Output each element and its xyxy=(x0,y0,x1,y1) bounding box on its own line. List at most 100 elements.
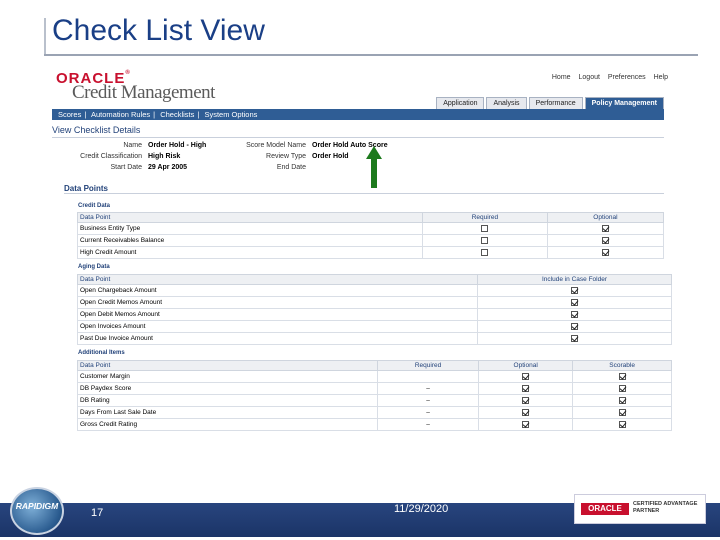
optional-checkbox[interactable] xyxy=(522,372,530,380)
include-checkbox[interactable] xyxy=(571,322,578,330)
col-optional: Optional xyxy=(546,212,665,223)
include-checkbox[interactable] xyxy=(571,286,578,294)
up-arrow-icon xyxy=(366,146,382,188)
tab-policy-management[interactable]: Policy Management xyxy=(584,97,664,109)
include-checkbox[interactable] xyxy=(571,334,578,342)
data-points-heading: Data Points xyxy=(64,184,664,194)
col-required: Required xyxy=(422,212,548,223)
required-checkbox[interactable] xyxy=(481,236,489,244)
scorable-checkbox[interactable] xyxy=(618,420,626,428)
title-divider xyxy=(44,54,698,56)
table-row: DB Paydex Score – xyxy=(77,382,672,395)
col-data-point: Data Point xyxy=(77,360,378,371)
col-data-point: Data Point xyxy=(77,212,423,223)
required-value: – xyxy=(376,394,480,407)
slide-footer: RAPIDIGM 17 11/29/2020 ORACLE CERTIFIED … xyxy=(0,487,720,537)
review-type-value: Order Hold xyxy=(312,153,349,160)
end-date-label: End Date xyxy=(276,164,306,171)
data-point-label: Open Chargeback Amount xyxy=(77,284,478,297)
table-row: Past Due Invoice Amount xyxy=(77,332,672,345)
globe-logo-icon xyxy=(10,487,64,535)
table-row: Current Receivables Balance xyxy=(77,234,665,247)
optional-checkbox[interactable] xyxy=(522,396,530,404)
aging-data-heading: Aging Data xyxy=(78,264,110,270)
required-checkbox[interactable] xyxy=(481,248,489,256)
data-point-label: Open Invoices Amount xyxy=(77,320,478,333)
additional-items-heading: Additional Items xyxy=(78,350,125,356)
data-point-label: Customer Margin xyxy=(77,370,378,383)
page-title: View Checklist Details xyxy=(52,125,664,138)
credit-data-table: Data Point Required Optional Business En… xyxy=(77,212,665,259)
scorable-checkbox[interactable] xyxy=(618,372,626,380)
app-screenshot: ORACLE® Credit Management Home Logout Pr… xyxy=(52,66,672,436)
oracle-partner-badge: ORACLE CERTIFIED ADVANTAGE PARTNER xyxy=(574,494,706,524)
data-point-label: Days From Last Sale Date xyxy=(77,406,378,419)
optional-checkbox[interactable] xyxy=(522,384,530,392)
scorable-checkbox[interactable] xyxy=(618,408,626,416)
col-required: Required xyxy=(376,360,480,371)
data-point-label: Business Entity Type xyxy=(77,222,423,235)
optional-checkbox[interactable] xyxy=(601,236,609,244)
table-row: Business Entity Type xyxy=(77,222,665,235)
review-type-label: Review Type xyxy=(266,153,306,160)
col-include-in-case-folder: Include in Case Folder xyxy=(477,274,672,285)
scorable-checkbox[interactable] xyxy=(618,396,626,404)
optional-checkbox[interactable] xyxy=(522,420,530,428)
score-model-label: Score Model Name xyxy=(246,142,306,149)
table-row: Open Invoices Amount xyxy=(77,320,672,333)
table-row: High Credit Amount xyxy=(77,246,665,259)
name-label: Name xyxy=(123,142,142,149)
col-scorable: Scorable xyxy=(572,360,672,371)
table-row: DB Rating – xyxy=(77,394,672,407)
required-value: – xyxy=(376,406,480,419)
additional-items-table: Data Point Required Optional Scorable Cu… xyxy=(77,360,672,431)
include-checkbox[interactable] xyxy=(571,310,578,318)
table-row: Open Chargeback Amount xyxy=(77,284,672,297)
required-checkbox[interactable] xyxy=(481,224,489,232)
logout-link[interactable]: Logout xyxy=(579,74,600,81)
title-divider-vertical xyxy=(44,18,46,56)
tab-analysis[interactable]: Analysis xyxy=(486,97,527,109)
optional-checkbox[interactable] xyxy=(601,224,609,232)
table-row: Days From Last Sale Date – xyxy=(77,406,672,419)
credit-data-heading: Credit Data xyxy=(78,203,111,209)
page-number: 17 xyxy=(91,507,104,519)
aging-data-table: Data Point Include in Case Folder Open C… xyxy=(77,274,672,345)
data-point-label: DB Rating xyxy=(77,394,378,407)
subnav-checklists[interactable]: Checklists xyxy=(160,110,194,119)
table-row: Open Credit Memos Amount xyxy=(77,296,672,309)
subnav-system-options[interactable]: System Options xyxy=(204,110,257,119)
col-optional: Optional xyxy=(478,360,574,371)
optional-checkbox[interactable] xyxy=(601,248,609,256)
slide-title: Check List View xyxy=(52,14,265,47)
col-data-point: Data Point xyxy=(77,274,478,285)
preferences-link[interactable]: Preferences xyxy=(608,74,646,81)
start-date-label: Start Date xyxy=(110,164,142,171)
name-value: Order Hold - High xyxy=(148,142,207,149)
data-point-label: Current Receivables Balance xyxy=(77,234,423,247)
subnav-automation-rules[interactable]: Automation Rules xyxy=(91,110,150,119)
tab-application[interactable]: Application xyxy=(436,97,485,109)
data-point-label: Open Debit Memos Amount xyxy=(77,308,478,321)
table-row: Customer Margin xyxy=(77,370,672,383)
rapidigm-logo: RAPIDIGM xyxy=(15,501,59,511)
required-value: – xyxy=(376,382,480,395)
home-link[interactable]: Home xyxy=(552,74,571,81)
optional-checkbox[interactable] xyxy=(522,408,530,416)
data-point-label: High Credit Amount xyxy=(77,246,423,259)
table-row: Open Debit Memos Amount xyxy=(77,308,672,321)
required-value: – xyxy=(376,418,480,431)
start-date-value: 29 Apr 2005 xyxy=(148,164,188,171)
tab-performance[interactable]: Performance xyxy=(528,97,583,109)
subnav-bar: Scores | Automation Rules | Checklists | Sy… xyxy=(52,109,664,120)
subnav-scores[interactable]: Scores xyxy=(58,110,81,119)
partner-oracle-logo: ORACLE xyxy=(581,503,629,515)
help-link[interactable]: Help xyxy=(654,74,668,81)
credit-classification-label: Credit Classification xyxy=(80,153,142,160)
data-point-label: DB Paydex Score xyxy=(77,382,378,395)
main-tabs: Application Analysis Performance Policy … xyxy=(436,97,664,109)
scorable-checkbox[interactable] xyxy=(618,384,626,392)
include-checkbox[interactable] xyxy=(571,298,578,306)
global-links: Home Logout Preferences Help xyxy=(546,74,668,81)
data-point-label: Open Credit Memos Amount xyxy=(77,296,478,309)
